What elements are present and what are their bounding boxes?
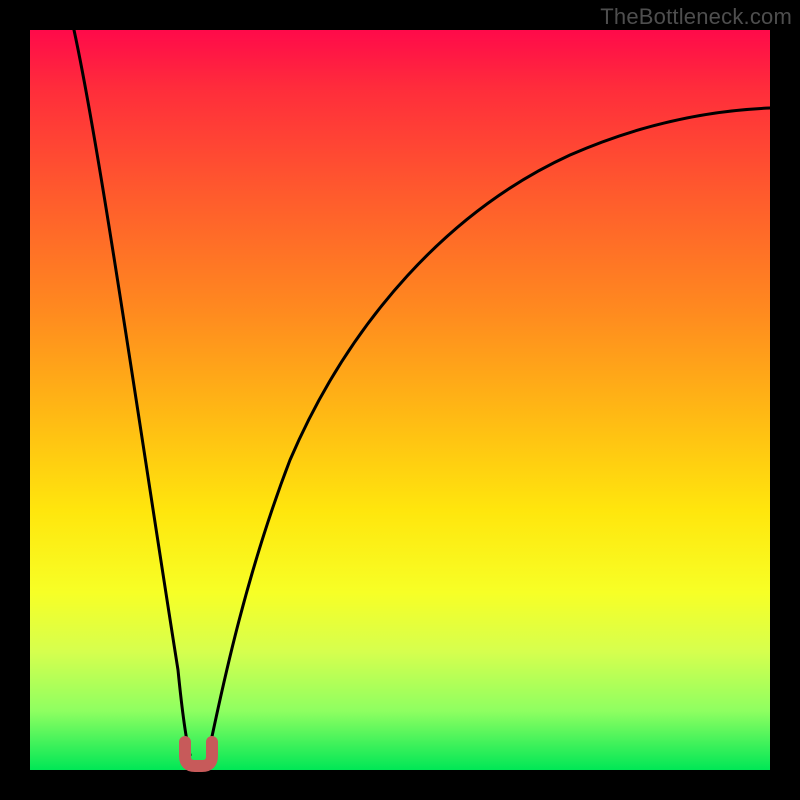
watermark-text: TheBottleneck.com: [600, 4, 792, 30]
bottleneck-curve: [30, 30, 770, 770]
curve-left-branch: [74, 30, 190, 755]
chart-plot-area: [30, 30, 770, 770]
bottom-u-marker: [185, 742, 212, 766]
curve-right-branch: [208, 108, 770, 755]
chart-frame: TheBottleneck.com: [0, 0, 800, 800]
